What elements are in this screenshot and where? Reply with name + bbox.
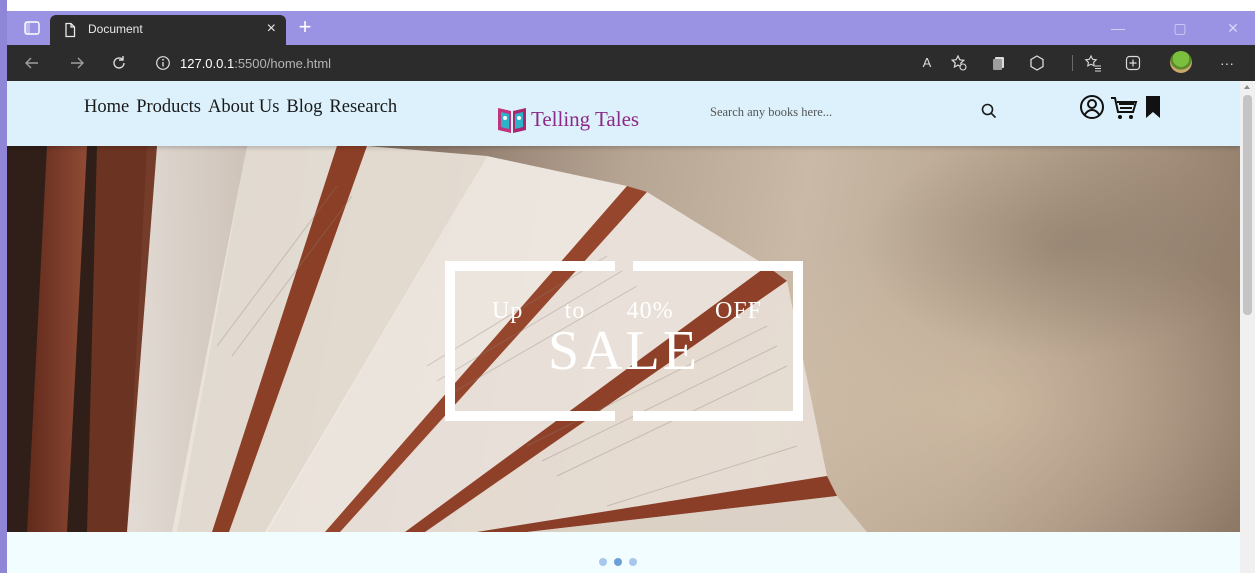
cart-icon[interactable] [1110, 95, 1138, 121]
address-bar[interactable]: 127.0.0.1:5500/home.html [145, 49, 861, 77]
carousel-dot-1[interactable] [599, 558, 607, 566]
read-aloud-icon[interactable]: A [918, 54, 936, 72]
site-header: Home Products About Us Blog Research Tel… [7, 81, 1240, 146]
close-window-button[interactable]: ✕ [1223, 19, 1243, 37]
carousel-indicators [599, 558, 637, 566]
toolbar-separator [1072, 55, 1073, 71]
nav-products[interactable]: Products [136, 97, 201, 118]
nav-blog[interactable]: Blog [286, 97, 322, 118]
browser-titlebar: Document × + — ▢ ✕ [7, 11, 1255, 45]
page-viewport: Home Products About Us Blog Research Tel… [7, 81, 1240, 573]
user-icon[interactable] [1079, 94, 1105, 120]
forward-icon[interactable] [68, 54, 86, 72]
carousel-dot-2[interactable] [614, 558, 622, 566]
url-text: 127.0.0.1:5500/home.html [180, 56, 331, 71]
url-path: :5500/home.html [234, 56, 332, 71]
back-icon[interactable] [23, 54, 41, 72]
close-tab-icon[interactable]: × [267, 20, 276, 38]
info-icon[interactable] [155, 55, 171, 71]
collections-icon[interactable] [990, 54, 1008, 72]
extensions-icon[interactable] [1028, 54, 1046, 72]
collections-plus-icon[interactable] [1124, 54, 1142, 72]
search-input[interactable] [710, 101, 940, 123]
book-logo-icon [498, 108, 526, 133]
maximize-button[interactable]: ▢ [1170, 19, 1190, 37]
scroll-thumb[interactable] [1243, 95, 1252, 315]
new-tab-button[interactable]: + [295, 16, 315, 38]
window-edge [0, 0, 7, 573]
logo-text: Telling Tales [531, 106, 640, 131]
page-scrollbar[interactable] [1240, 81, 1255, 573]
refresh-icon[interactable] [110, 54, 128, 72]
sale-heading: SALE [548, 320, 700, 382]
document-icon [62, 22, 78, 38]
nav-about-us[interactable]: About Us [208, 97, 279, 118]
more-label: ··· [1220, 55, 1234, 71]
url-host: 127.0.0.1 [180, 56, 235, 71]
more-icon[interactable]: ··· [1218, 54, 1236, 72]
nav-research[interactable]: Research [329, 97, 397, 118]
tab-title: Document [88, 22, 143, 36]
favorite-icon[interactable] [950, 54, 968, 72]
carousel-dot-3[interactable] [629, 558, 637, 566]
hero-banner: Up to 40% OFF SALE [7, 146, 1240, 532]
main-nav: Home Products About Us Blog Research [84, 97, 397, 118]
favorites-list-icon[interactable] [1084, 54, 1102, 72]
site-logo[interactable]: Telling Tales [496, 103, 639, 135]
minimize-button[interactable]: — [1108, 19, 1128, 37]
scroll-up-arrow[interactable] [1244, 85, 1250, 89]
browser-toolbar: 127.0.0.1:5500/home.html A ··· [7, 45, 1255, 81]
sale-frame[interactable]: Up to 40% OFF SALE [445, 261, 803, 421]
search-icon[interactable] [980, 102, 998, 120]
nav-home[interactable]: Home [84, 97, 129, 118]
browser-tab[interactable]: Document × [50, 15, 286, 45]
tab-actions-icon[interactable] [23, 19, 41, 37]
read-aloud-label: A [922, 55, 932, 70]
bookmark-icon[interactable] [1144, 95, 1162, 119]
profile-avatar[interactable] [1170, 51, 1192, 73]
